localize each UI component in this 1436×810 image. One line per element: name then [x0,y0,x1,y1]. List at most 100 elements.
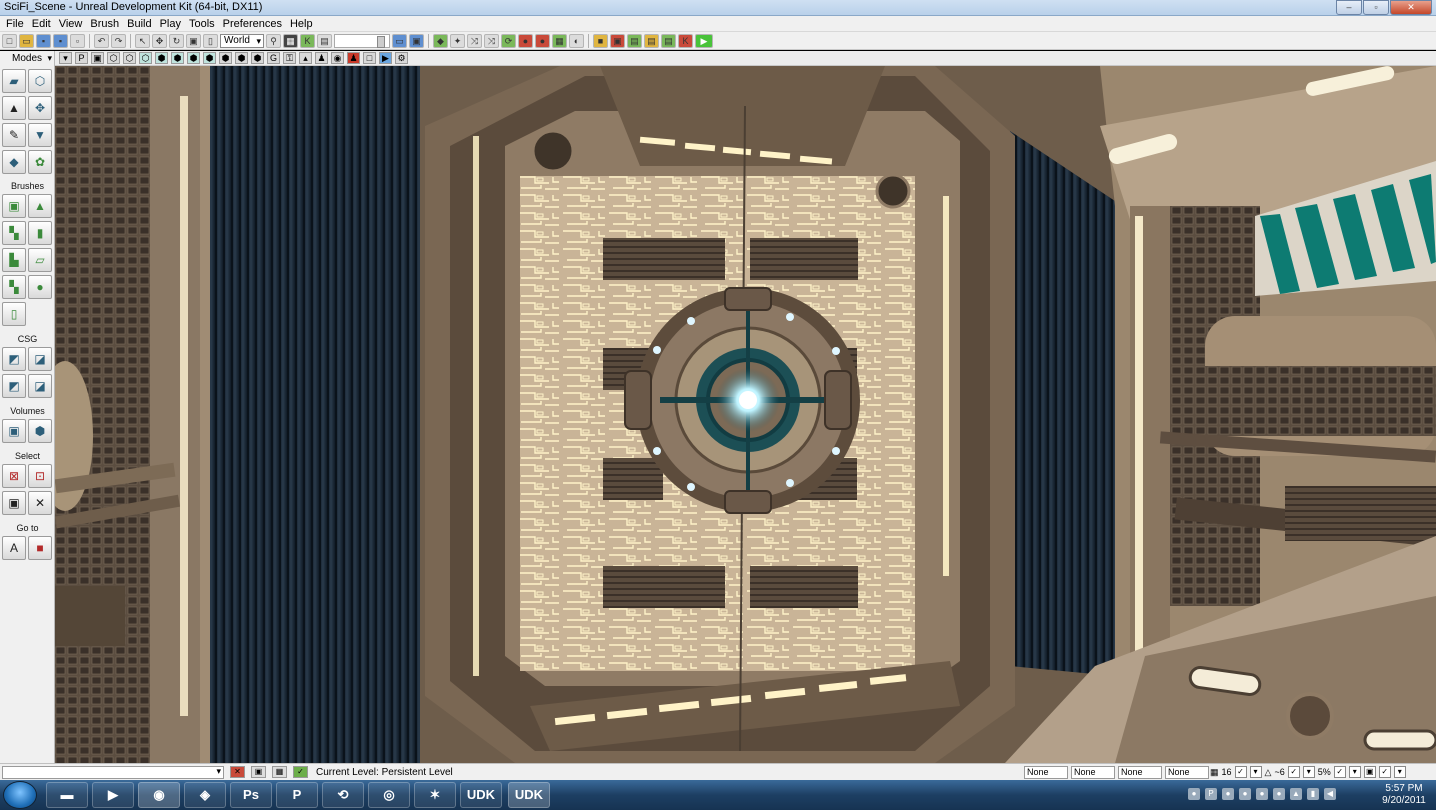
scale-snap-toggle[interactable]: ✓ [1333,766,1346,778]
realtime-icon[interactable]: ♟ [347,52,360,64]
game-view-icon[interactable]: G [267,52,280,64]
lighting-only-icon[interactable]: ⬢ [187,52,200,64]
build-all-icon[interactable]: ⟳ [501,33,516,48]
select-icon[interactable]: ↖ [135,33,150,48]
build-cover-icon[interactable]: ⤨ [484,33,499,48]
tray-icon[interactable]: ● [1188,788,1200,800]
search-icon[interactable]: ⚲ [266,33,281,48]
scale-nonuniform-icon[interactable]: ▯ [203,33,218,48]
texture-density-icon[interactable]: ⬢ [219,52,232,64]
menu-help[interactable]: Help [286,18,317,30]
check-icon[interactable]: ✓ [293,766,308,778]
show-all-button[interactable]: ✕ [28,491,52,515]
csg-intersect-button[interactable]: ◩ [2,374,26,398]
cone-brush-button[interactable]: ▲ [28,194,52,218]
build-geometry-icon[interactable]: ◆ [433,33,448,48]
csg-deintersect-button[interactable]: ◪ [28,374,52,398]
spiral-stair-brush-button[interactable]: ▚ [2,275,26,299]
menu-build[interactable]: Build [123,18,155,30]
tray-icon[interactable]: ● [1256,788,1268,800]
volumetric-brush-button[interactable]: ▯ [2,302,26,326]
build-lighting-icon[interactable]: ✦ [450,33,465,48]
add-volume-button[interactable]: ▣ [2,419,26,443]
mesh-icon[interactable]: ▤ [644,33,659,48]
save-as-icon[interactable]: ▫ [70,33,85,48]
console-icon[interactable]: ▤ [661,33,676,48]
play-icon[interactable]: ▶ [695,33,713,48]
menu-preferences[interactable]: Preferences [219,18,286,30]
detail-lighting-icon[interactable]: ⬢ [171,52,184,64]
camera-settings-icon[interactable]: ⚙ [395,52,408,64]
translate-icon[interactable]: ✥ [152,33,167,48]
tray-icon[interactable]: ● [1273,788,1285,800]
cube-brush-button[interactable]: ▣ [2,194,26,218]
settings-icon[interactable]: ◐ [569,33,584,48]
sheet-brush-button[interactable]: ▱ [28,248,52,272]
menu-view[interactable]: View [55,18,87,30]
dynamic-shadows-icon[interactable]: ♟ [315,52,328,64]
lock-icon[interactable]: ⚿ [283,52,296,64]
geometry-mode-button[interactable]: ⬡ [28,69,52,93]
terrain-mode-button[interactable]: ▲ [2,96,26,120]
drag-grid-icon[interactable]: ✕ [230,766,245,778]
rotation-snap-toggle[interactable]: ✓ [1287,766,1300,778]
view-icon[interactable]: ▭ [392,33,407,48]
command-input[interactable] [2,765,224,779]
new-icon[interactable]: □ [2,33,17,48]
goto-builder-brush-button[interactable]: ■ [28,536,52,560]
material-icon[interactable]: ■ [593,33,608,48]
minimize-button[interactable]: – [1336,0,1362,15]
menu-file[interactable]: File [2,18,28,30]
taskbar-media-player[interactable]: ▶ [92,782,134,808]
grid-icon[interactable]: ▦ [272,766,287,778]
landscape-mode-button[interactable]: ◆ [2,150,26,174]
coordinate-system-select[interactable]: World [220,33,264,48]
lightmap-density-icon[interactable]: ⬢ [251,52,264,64]
build-paths-icon[interactable]: ⤨ [467,33,482,48]
maximize-viewport-icon[interactable]: □ [363,52,376,64]
network-icon[interactable]: ▮ [1307,788,1319,800]
status-field[interactable]: None [1118,766,1162,779]
csg-add-button[interactable]: ◩ [2,347,26,371]
undo-icon[interactable]: ↶ [94,33,109,48]
status-field[interactable]: None [1024,766,1068,779]
play-in-viewport-icon[interactable]: ▶ [379,52,392,64]
shader-complexity-icon[interactable]: ⬢ [235,52,248,64]
rotation-snap-dropdown[interactable]: ▾ [1302,766,1315,778]
taskbar-unity[interactable]: ◈ [184,782,226,808]
scale-snap-dropdown[interactable]: ▾ [1348,766,1361,778]
matinee-icon[interactable]: ● [518,33,533,48]
content-browser-icon[interactable]: ▦ [283,33,298,48]
tray-icon[interactable]: ● [1239,788,1251,800]
menu-play[interactable]: Play [156,18,185,30]
taskbar-zbrush[interactable]: ✶ [414,782,456,808]
anim-icon[interactable]: ▤ [627,33,642,48]
kismet-run-icon[interactable]: K [678,33,693,48]
streaming-icon[interactable]: ▴ [299,52,312,64]
perspective-icon[interactable]: P [75,52,88,64]
modes-dropdown-icon[interactable]: ▾ [47,51,52,66]
menu-tools[interactable]: Tools [185,18,219,30]
layer-icon[interactable]: ▣ [251,766,266,778]
taskbar-perforce[interactable]: P [276,782,318,808]
rotate-icon[interactable]: ↻ [169,33,184,48]
autosave-dropdown[interactable]: ▾ [1393,766,1406,778]
wireframe-icon[interactable]: ⬡ [123,52,136,64]
status-field[interactable]: None [1071,766,1115,779]
cascade-icon[interactable]: ▣ [610,33,625,48]
unlit-icon[interactable]: ⬡ [139,52,152,64]
taskbar-firefox[interactable]: ◉ [138,782,180,808]
sound-icon[interactable]: ● [535,33,550,48]
light-complexity-icon[interactable]: ⬢ [203,52,216,64]
scale-icon[interactable]: ▣ [186,33,201,48]
perspective-viewport[interactable] [55,66,1436,763]
curved-stair-brush-button[interactable]: ▚ [2,221,26,245]
autosave-toggle[interactable]: ✓ [1378,766,1391,778]
camera-icon[interactable]: ▤ [317,33,332,48]
open-icon[interactable]: ▭ [19,33,34,48]
start-button[interactable] [3,781,37,809]
lock-view-icon[interactable]: ▣ [91,52,104,64]
select-invert-button[interactable]: ▣ [2,491,26,515]
maximize-button[interactable]: ▫ [1363,0,1389,15]
volume-list-button[interactable]: ⬢ [28,419,52,443]
